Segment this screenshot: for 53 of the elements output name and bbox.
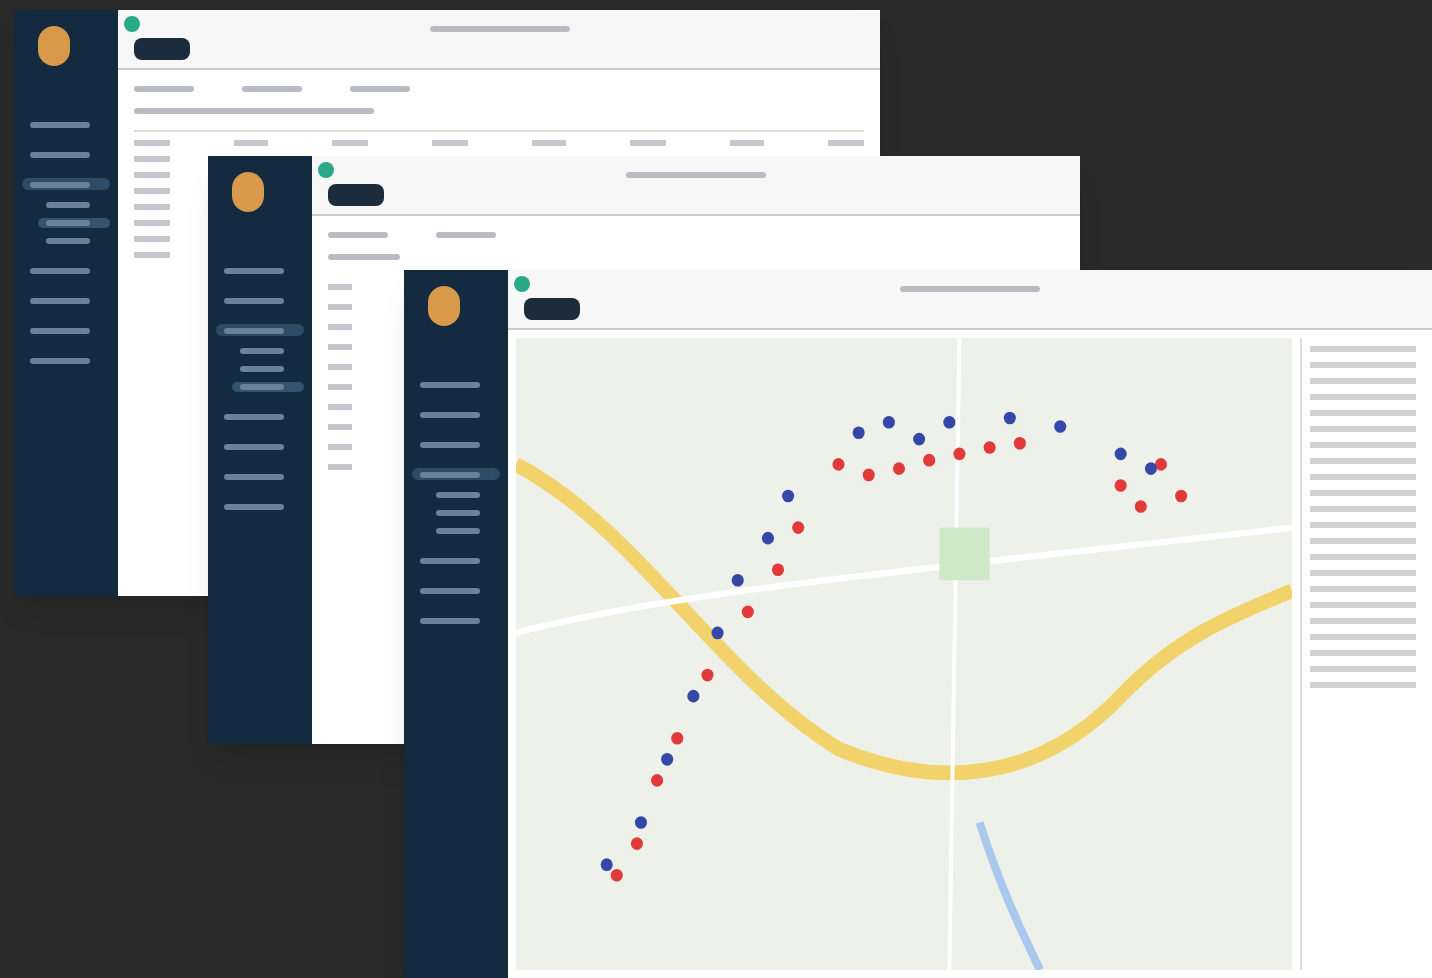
blurred-text-bar xyxy=(224,327,284,333)
blurred-text-bar xyxy=(328,232,388,238)
blurred-title-bar xyxy=(626,172,766,178)
blurred-text-bar xyxy=(240,348,284,354)
sidebar-item[interactable] xyxy=(216,324,304,336)
blurred-text-bar xyxy=(436,492,480,498)
blurred-text-bar xyxy=(30,357,90,363)
blurred-text-bar xyxy=(224,443,284,449)
blurred-text-bar xyxy=(224,413,284,419)
blurred-text-bar xyxy=(240,366,284,372)
sidebar-item[interactable] xyxy=(22,178,110,190)
blurred-text-bar xyxy=(46,220,90,226)
menu-toggle-icon[interactable] xyxy=(318,162,334,178)
blurred-text-bar xyxy=(30,327,90,333)
blurred-text-bar xyxy=(224,503,284,509)
blurred-text-bar xyxy=(30,267,90,273)
blurred-text-bar xyxy=(46,202,90,208)
blurred-title-bar xyxy=(900,286,1040,292)
blurred-text-bar xyxy=(420,381,480,387)
blurred-text-bar xyxy=(240,384,284,390)
avatar-icon xyxy=(38,26,70,66)
blurred-text-bar xyxy=(30,151,90,157)
blurred-text-bar xyxy=(420,557,480,563)
blurred-text-bar xyxy=(420,587,480,593)
blurred-text-bar xyxy=(46,238,90,244)
submenu-item[interactable] xyxy=(232,382,304,392)
tab[interactable] xyxy=(134,38,190,60)
blurred-text-bar xyxy=(224,297,284,303)
blurred-text-bar xyxy=(224,473,284,479)
blurred-text-bar xyxy=(420,471,480,477)
avatar-icon xyxy=(428,286,460,326)
menu-toggle-icon[interactable] xyxy=(514,276,530,292)
blurred-text-bar xyxy=(134,86,194,92)
blurred-text-bar xyxy=(30,181,90,187)
sidebar-item[interactable] xyxy=(412,468,500,480)
avatar-icon xyxy=(232,172,264,212)
blurred-text-bar xyxy=(350,86,410,92)
blurred-text-bar xyxy=(30,297,90,303)
submenu-item[interactable] xyxy=(38,218,110,228)
menu-toggle-icon[interactable] xyxy=(124,16,140,32)
blurred-text-bar xyxy=(420,441,480,447)
blurred-text-bar xyxy=(436,510,480,516)
tab[interactable] xyxy=(328,184,384,206)
blurred-title-bar xyxy=(429,26,569,32)
blurred-link-bar xyxy=(328,254,400,260)
blurred-text-bar xyxy=(436,528,480,534)
blurred-text-bar xyxy=(420,411,480,417)
blurred-text-bar xyxy=(420,617,480,623)
blurred-text-bar xyxy=(30,121,90,127)
blurred-text-bar xyxy=(242,86,302,92)
blurred-text-bar xyxy=(224,267,284,273)
tab[interactable] xyxy=(524,298,580,320)
blurred-text-bar xyxy=(436,232,496,238)
